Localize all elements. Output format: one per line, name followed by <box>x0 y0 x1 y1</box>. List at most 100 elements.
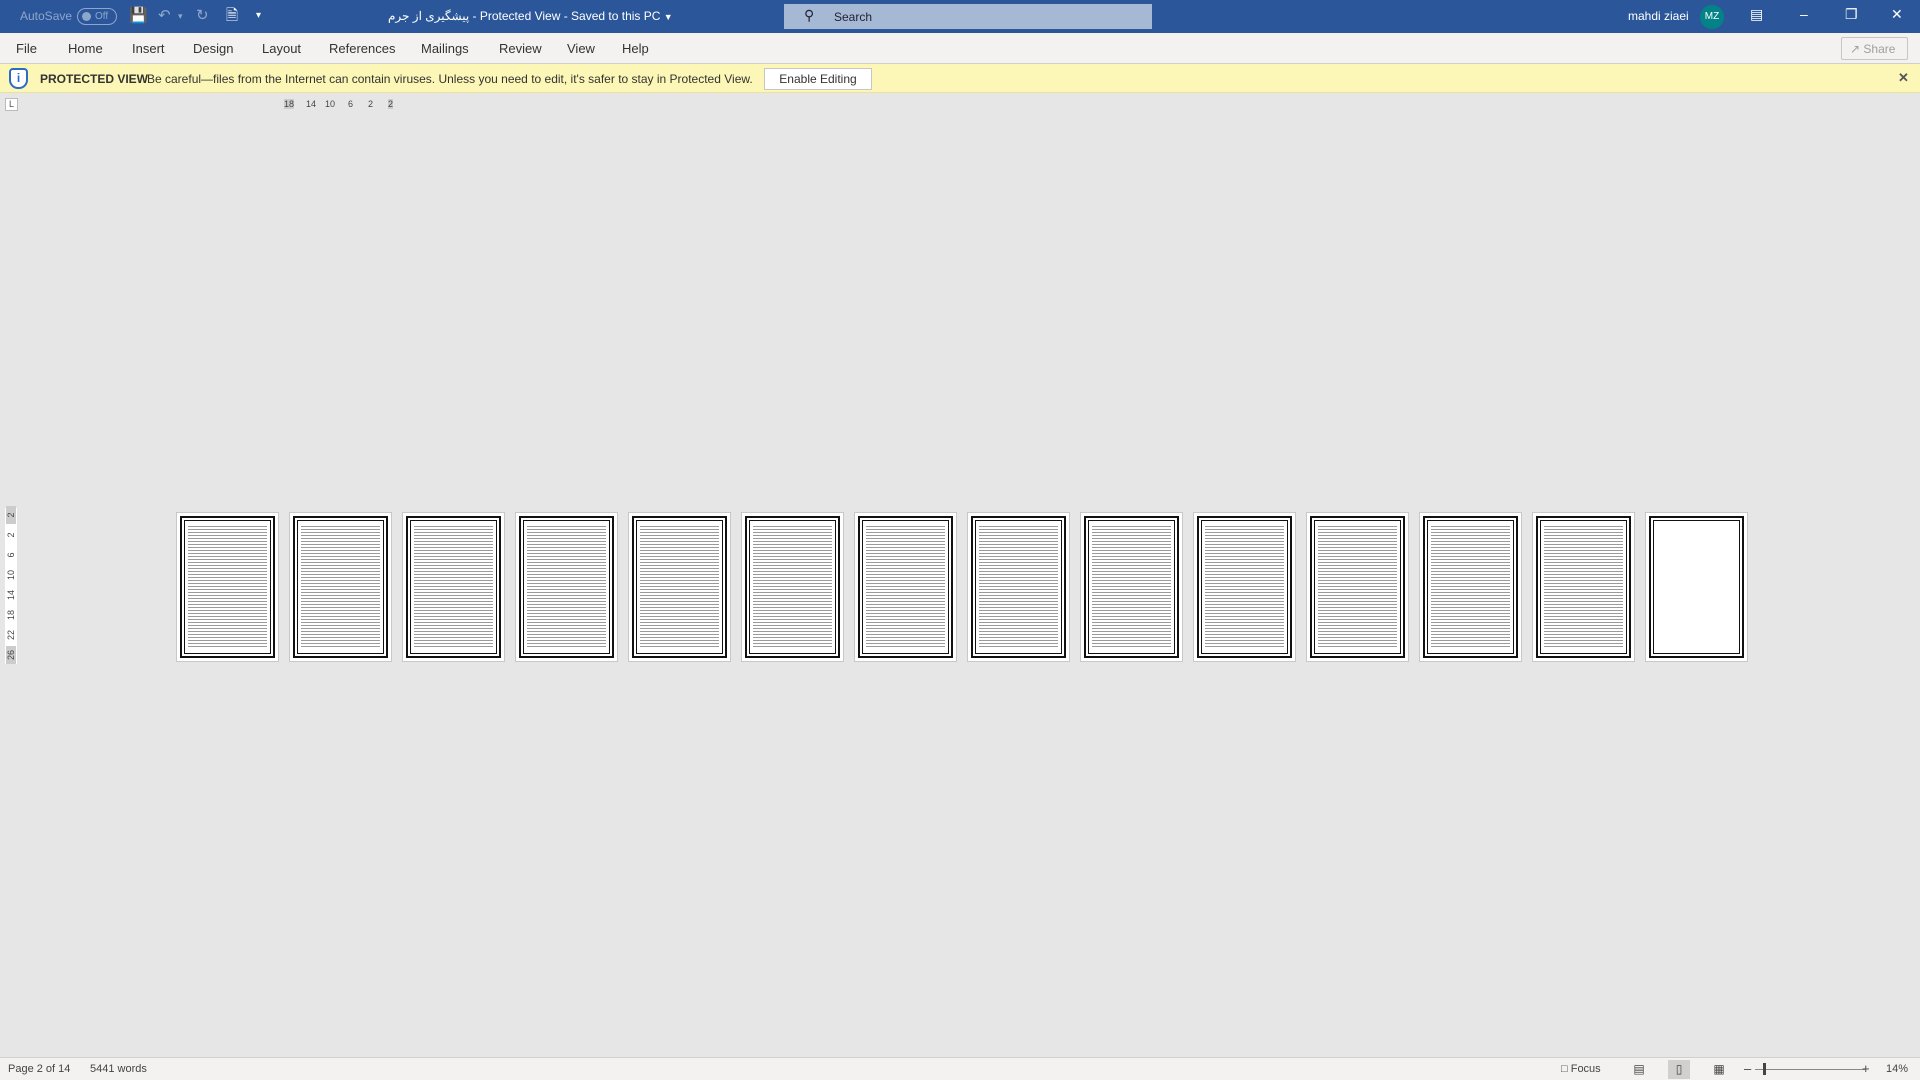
focus-label: Focus <box>1570 1063 1601 1075</box>
page-thumbnail[interactable] <box>515 512 618 662</box>
chevron-down-icon[interactable]: ▼ <box>664 12 673 22</box>
protected-view-label: PROTECTED VIEW <box>40 72 149 86</box>
user-name[interactable]: mahdi ziaei <box>1628 9 1689 23</box>
page-thumbnail[interactable] <box>1193 512 1296 662</box>
vertical-ruler[interactable]: 2 2 6 10 14 18 22 26 <box>5 506 17 664</box>
status-bar: Page 2 of 14 5441 words □ Focus ▤ ▯ ▦ – … <box>0 1057 1920 1080</box>
page-thumbnail[interactable] <box>967 512 1070 662</box>
zoom-level[interactable]: 14% <box>1886 1063 1908 1075</box>
tab-help[interactable]: Help <box>622 41 649 56</box>
enable-editing-button[interactable]: Enable Editing <box>764 68 872 90</box>
page-thumbnail[interactable] <box>289 512 392 662</box>
title-mode: Protected View <box>479 9 561 23</box>
title-save-status: Saved to this PC <box>571 9 661 23</box>
tab-file[interactable]: File <box>16 41 37 56</box>
focus-icon: □ <box>1561 1063 1568 1075</box>
protected-view-message: Be careful—files from the Internet can c… <box>147 72 753 86</box>
tab-mailings[interactable]: Mailings <box>421 41 469 56</box>
zoom-slider[interactable] <box>1755 1069 1865 1070</box>
page-text <box>979 525 1058 647</box>
avatar[interactable]: MZ <box>1700 5 1724 29</box>
share-icon: ↗ <box>1850 42 1861 56</box>
page-text <box>1544 525 1623 647</box>
ruler-tick: 14 <box>306 99 317 109</box>
shield-info-icon: i <box>9 68 28 89</box>
zoom-out-icon[interactable]: – <box>1744 1061 1751 1076</box>
undo-dropdown-icon[interactable]: ▾ <box>178 7 183 25</box>
ruler-tick: 10 <box>325 99 336 109</box>
page-text <box>1431 525 1510 647</box>
page-text <box>1092 525 1171 647</box>
redo-icon[interactable]: ↻ <box>196 7 209 25</box>
share-button[interactable]: ↗ Share <box>1841 37 1908 60</box>
search-box[interactable]: ⚲ Search <box>784 4 1152 29</box>
ruler-tick: 2 <box>368 99 374 109</box>
minimize-icon[interactable]: – <box>1800 6 1808 22</box>
web-layout-icon[interactable]: ▦ <box>1708 1060 1730 1079</box>
autosave-state: Off <box>95 11 109 22</box>
page-thumbnail[interactable] <box>1419 512 1522 662</box>
ruler-tick: 2 <box>6 506 16 524</box>
tab-home[interactable]: Home <box>68 41 103 56</box>
page-text <box>527 525 606 647</box>
page-thumbnail[interactable] <box>402 512 505 662</box>
undo-icon[interactable]: ↶ <box>158 7 171 25</box>
ruler-tick: 6 <box>348 99 354 109</box>
restore-icon[interactable]: ❐ <box>1845 6 1858 23</box>
page-text <box>188 525 267 647</box>
close-bar-icon[interactable]: ✕ <box>1898 70 1909 86</box>
tab-view[interactable]: View <box>567 41 595 56</box>
document-title: پیشگیری از جرم - Protected View - Saved … <box>388 9 673 23</box>
tab-design[interactable]: Design <box>193 41 233 56</box>
page-thumbnail[interactable] <box>1080 512 1183 662</box>
autosave-label: AutoSave <box>20 9 73 23</box>
page-text <box>301 525 380 647</box>
ruler-tick: 10 <box>6 570 16 581</box>
ruler-tick: 18 <box>284 99 295 109</box>
ruler-tick: 6 <box>6 552 16 558</box>
new-document-icon[interactable]: 🗎 <box>226 7 238 25</box>
page-thumbnail[interactable] <box>628 512 731 662</box>
focus-button[interactable]: □ Focus <box>1561 1063 1601 1075</box>
ribbon-display-options-icon[interactable]: ▤ <box>1750 6 1763 23</box>
page-text <box>640 525 719 647</box>
title-filename: پیشگیری از جرم <box>388 9 470 23</box>
tab-insert[interactable]: Insert <box>132 41 165 56</box>
protected-view-bar: i PROTECTED VIEW Be careful—files from t… <box>0 64 1920 93</box>
page-thumbnail[interactable] <box>1645 512 1748 662</box>
tab-stop-selector[interactable]: L <box>5 98 18 111</box>
search-icon: ⚲ <box>804 7 815 23</box>
page-text <box>1205 525 1284 647</box>
read-mode-icon[interactable]: ▤ <box>1628 1060 1650 1079</box>
page-text <box>753 525 832 647</box>
page-text <box>414 525 493 647</box>
customize-toolbar-icon[interactable]: ▾ <box>256 7 261 25</box>
share-label: Share <box>1863 42 1896 56</box>
page-text <box>1318 525 1397 647</box>
ruler-tick: 2 <box>6 532 16 538</box>
tab-references[interactable]: References <box>329 41 395 56</box>
page-thumbnail[interactable] <box>854 512 957 662</box>
autosave-toggle[interactable]: Off <box>77 8 117 25</box>
page-border <box>1653 520 1740 654</box>
tab-review[interactable]: Review <box>499 41 542 56</box>
title-bar: AutoSave Off 💾 ↶ ▾ ↻ 🗎 ▾ پیشگیری از جرم … <box>0 0 1920 33</box>
search-placeholder: Search <box>834 10 873 24</box>
page-thumbnail[interactable] <box>1306 512 1409 662</box>
page-thumbnail[interactable] <box>741 512 844 662</box>
page-count[interactable]: Page 2 of 14 <box>8 1063 70 1075</box>
ruler-tick: 2 <box>388 99 394 109</box>
ruler-tick: 22 <box>6 630 16 641</box>
page-thumbnail[interactable] <box>176 512 279 662</box>
page-thumbnail[interactable] <box>1532 512 1635 662</box>
word-count[interactable]: 5441 words <box>90 1063 147 1075</box>
page-text <box>866 525 945 647</box>
tab-layout[interactable]: Layout <box>262 41 301 56</box>
close-icon[interactable]: ✕ <box>1891 6 1903 23</box>
ruler-tick: 14 <box>6 590 16 601</box>
zoom-in-icon[interactable]: + <box>1862 1061 1870 1076</box>
save-icon[interactable]: 💾 <box>129 7 148 25</box>
zoom-slider-thumb[interactable] <box>1763 1063 1766 1075</box>
print-layout-icon[interactable]: ▯ <box>1668 1060 1690 1079</box>
ruler-tick: 26 <box>6 646 16 664</box>
